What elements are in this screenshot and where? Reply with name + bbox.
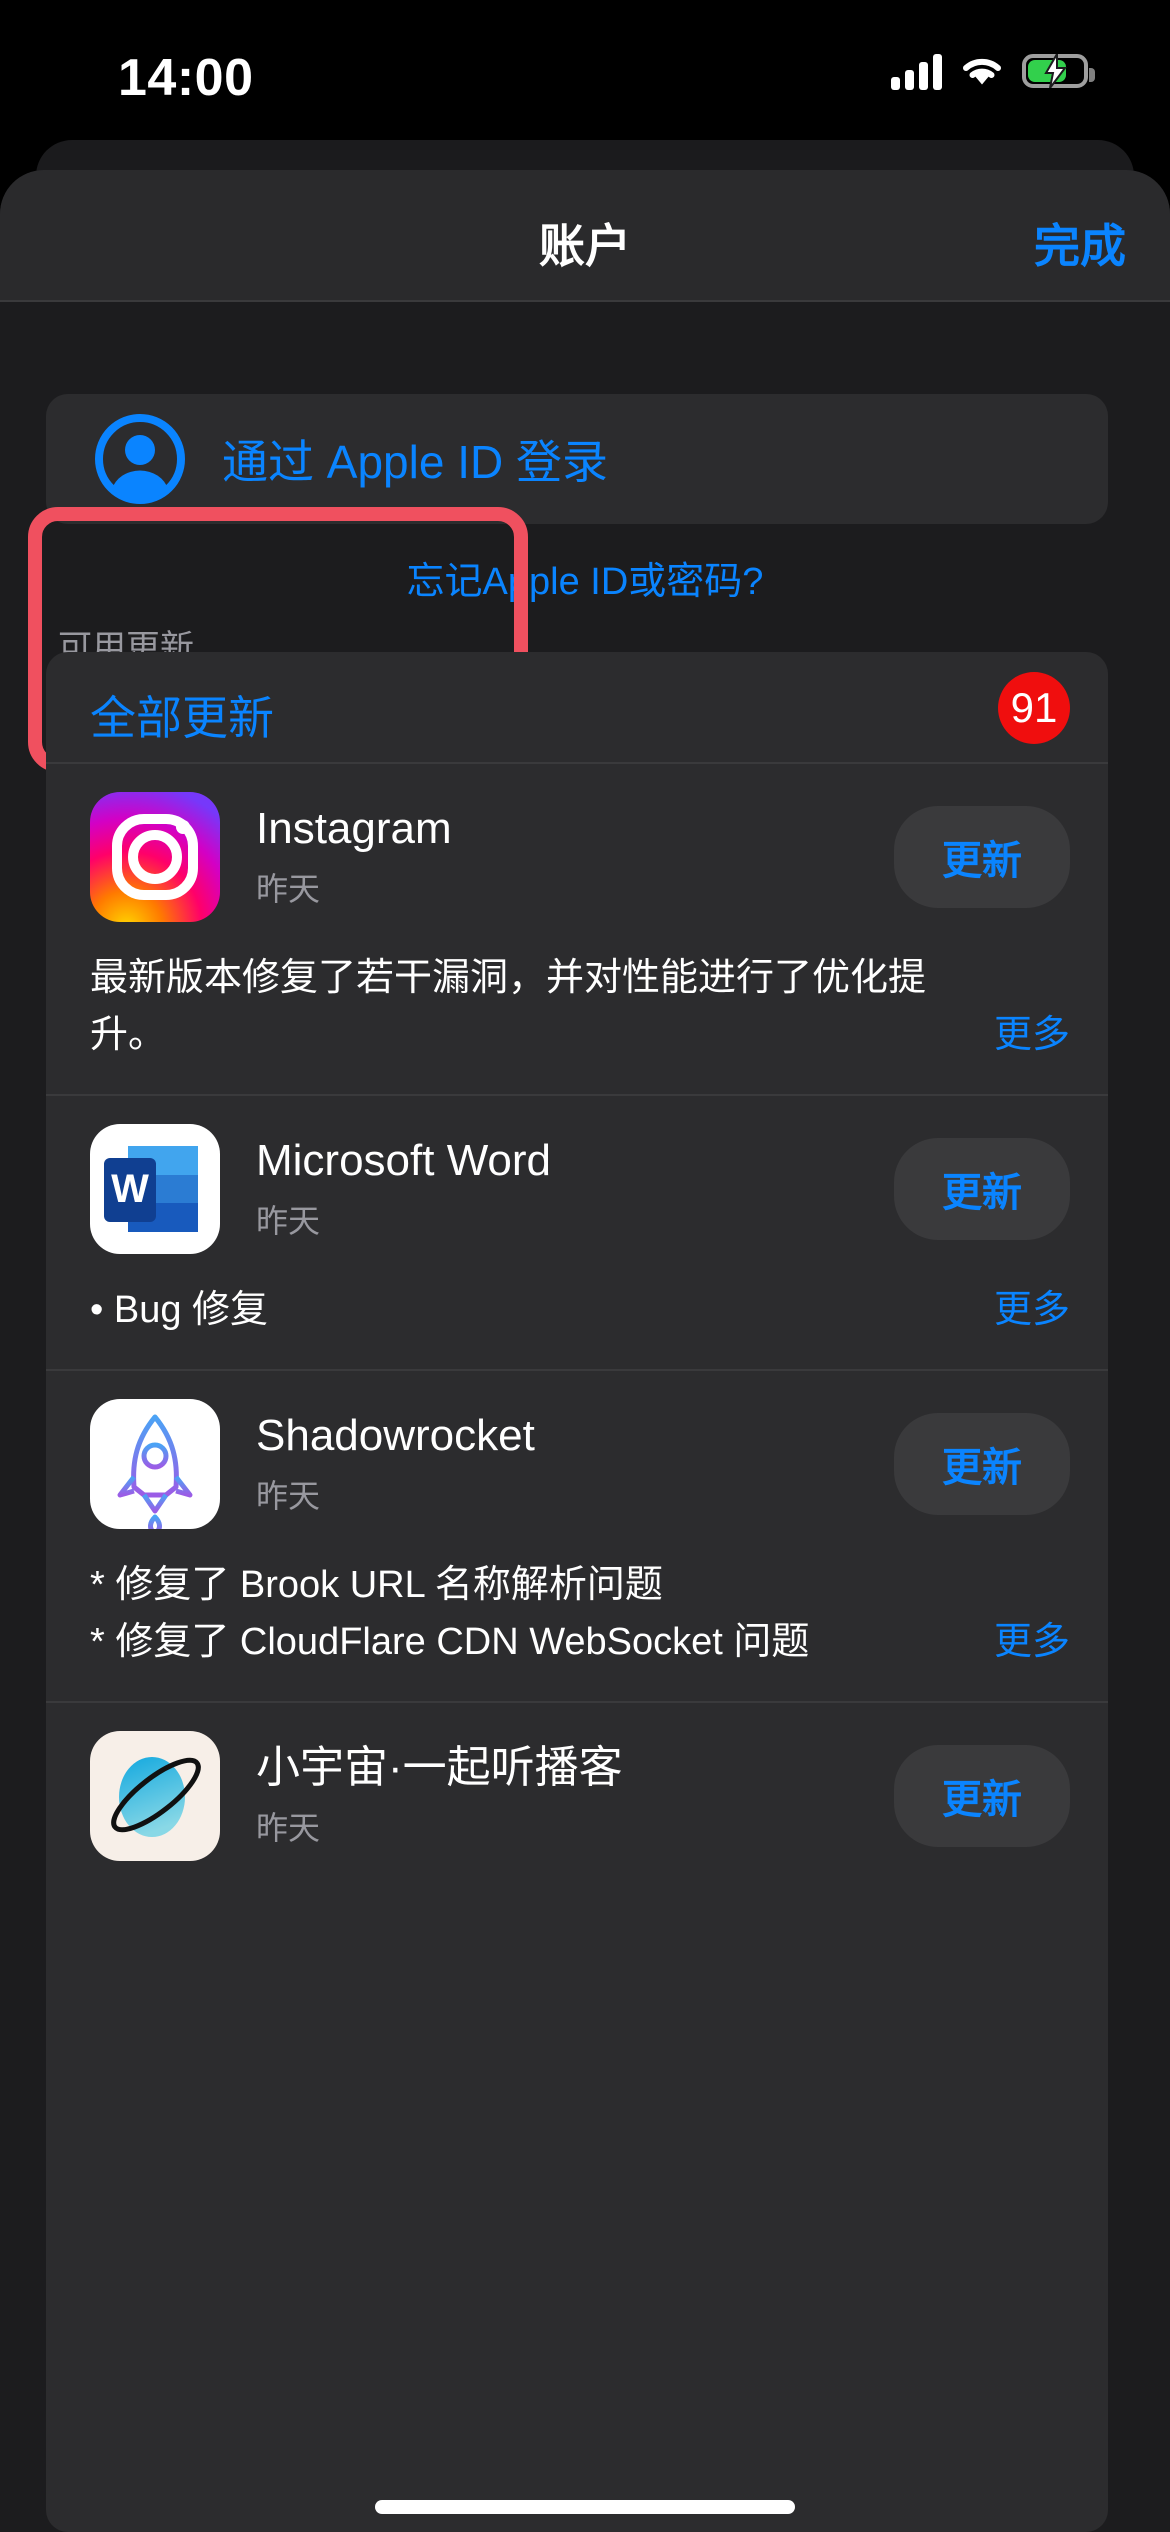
app-update-entry: 小宇宙·一起听播客 昨天 更新 xyxy=(46,1701,1108,1883)
app-release-notes: 最新版本修复了若干漏洞，并对性能进行了优化提升。 更多 xyxy=(46,944,1108,1094)
wifi-icon xyxy=(963,58,1001,85)
app-update-entry: Instagram 昨天 更新 最新版本修复了若干漏洞，并对性能进行了优化提升。… xyxy=(46,764,1108,1094)
microsoft-word-icon: W xyxy=(90,1124,220,1254)
apple-id-signin-row[interactable]: 通过 Apple ID 登录 xyxy=(46,394,1108,524)
status-bar: 14:00 xyxy=(0,0,1170,148)
account-sheet: 账户 完成 通过 Apple ID 登录 忘记Apple ID或密码? 可用更新 xyxy=(0,170,1170,2532)
app-row[interactable]: Instagram 昨天 更新 xyxy=(46,764,1108,944)
person-circle-icon xyxy=(95,414,185,504)
iphone-screen: 14:00 账户 完成 通过 Apple ID 登录 忘记Apple ID或密码… xyxy=(0,0,1170,2532)
update-button[interactable]: 更新 xyxy=(894,1138,1070,1240)
app-update-entry: Shadowrocket 昨天 更新 * 修复了 Brook URL 名称解析问… xyxy=(46,1369,1108,1701)
battery-charging-icon xyxy=(1022,54,1095,88)
app-name: Microsoft Word xyxy=(256,1135,552,1185)
release-notes-text: 最新版本修复了若干漏洞，并对性能进行了优化提升。 xyxy=(90,957,927,1056)
update-all-row[interactable]: 全部更新 91 xyxy=(46,652,1108,764)
app-name: 小宇宙·一起听播客 xyxy=(256,1742,623,1792)
app-row[interactable]: 小宇宙·一起听播客 昨天 更新 xyxy=(46,1703,1108,1883)
home-indicator[interactable] xyxy=(375,2500,795,2514)
apple-id-signin-card[interactable]: 通过 Apple ID 登录 xyxy=(46,394,1108,524)
scroll-content[interactable]: 通过 Apple ID 登录 忘记Apple ID或密码? 可用更新 全部更新 … xyxy=(0,302,1170,2532)
status-bar-time: 14:00 xyxy=(118,49,254,107)
available-updates-card: 全部更新 91 Instagram 昨天 更新 最新版本修复了若干漏洞，并对性能… xyxy=(46,652,1108,2532)
app-row[interactable]: W Microsoft Word 昨天 更新 xyxy=(46,1096,1108,1276)
app-meta: Shadowrocket 昨天 xyxy=(256,1411,894,1518)
update-all-label: 全部更新 xyxy=(90,692,274,744)
app-row[interactable]: Shadowrocket 昨天 更新 xyxy=(46,1371,1108,1551)
update-button[interactable]: 更新 xyxy=(894,1413,1070,1515)
app-meta: 小宇宙·一起听播客 昨天 xyxy=(256,1743,894,1850)
shadowrocket-icon xyxy=(90,1399,220,1529)
svg-text:W: W xyxy=(111,1167,149,1211)
app-update-date: 昨天 xyxy=(256,1478,321,1515)
app-update-date: 昨天 xyxy=(256,1203,321,1240)
app-update-entry: W Microsoft Word 昨天 更新 • Bug 修复 更多 xyxy=(46,1094,1108,1369)
more-link[interactable]: 更多 xyxy=(981,1282,1070,1339)
app-name: Instagram xyxy=(256,803,452,853)
more-link[interactable]: 更多 xyxy=(981,1614,1070,1671)
app-meta: Instagram 昨天 xyxy=(256,804,894,911)
update-button[interactable]: 更新 xyxy=(894,806,1070,908)
release-notes-text: * 修复了 Brook URL 名称解析问题 * 修复了 CloudFlare … xyxy=(90,1564,810,1663)
status-bar-indicators xyxy=(891,52,1095,90)
navigation-bar: 账户 完成 xyxy=(0,170,1170,302)
update-count-badge: 91 xyxy=(998,672,1070,744)
release-notes-text: • Bug 修复 xyxy=(90,1289,269,1331)
xiaoyuzhou-icon xyxy=(90,1731,220,1861)
more-link[interactable]: 更多 xyxy=(981,1007,1070,1064)
app-meta: Microsoft Word 昨天 xyxy=(256,1136,894,1243)
app-update-date: 昨天 xyxy=(256,871,321,908)
page-title: 账户 xyxy=(539,220,631,272)
instagram-icon xyxy=(90,792,220,922)
signin-label: 通过 Apple ID 登录 xyxy=(222,436,608,488)
done-button[interactable]: 完成 xyxy=(1034,210,1126,276)
cellular-signal-icon xyxy=(891,52,942,90)
app-release-notes: * 修复了 Brook URL 名称解析问题 * 修复了 CloudFlare … xyxy=(46,1551,1108,1701)
forgot-apple-id-link[interactable]: 忘记Apple ID或密码? xyxy=(0,550,1170,605)
app-release-notes: • Bug 修复 更多 xyxy=(46,1276,1108,1369)
app-name: Shadowrocket xyxy=(256,1410,535,1460)
app-update-date: 昨天 xyxy=(256,1810,321,1847)
update-button[interactable]: 更新 xyxy=(894,1745,1070,1847)
